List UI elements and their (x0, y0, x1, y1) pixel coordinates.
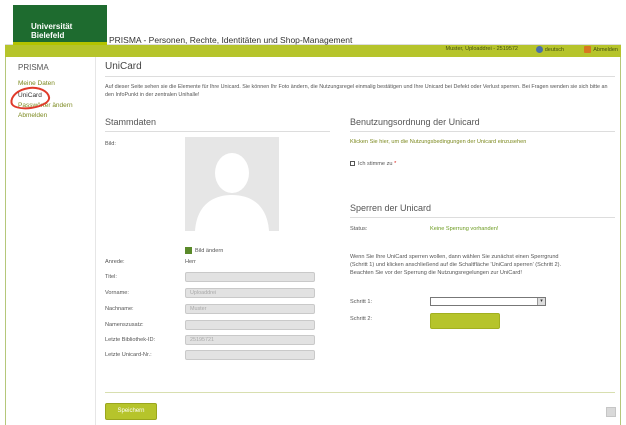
sperrgrund-select[interactable]: ▾ (430, 297, 546, 306)
language-switch[interactable]: deutsch (535, 46, 564, 53)
unicard-nr-field[interactable] (185, 350, 315, 360)
nachname-field[interactable]: Muster (185, 304, 315, 314)
agree-checkbox[interactable] (350, 161, 355, 167)
required-mark: * (394, 161, 397, 167)
page-intro: Auf dieser Seite sehen sie die Elemente … (105, 84, 608, 98)
terms-link[interactable]: Klicken Sie hier, um die Nutzungsbedingu… (350, 139, 526, 145)
change-photo-link[interactable]: Bild ändern (185, 247, 223, 254)
title-divider (105, 76, 615, 77)
chevron-down-icon: ▾ (537, 298, 545, 305)
stammdaten-title: Stammdaten (105, 117, 157, 127)
nachname-label: Nachname: (105, 306, 134, 312)
footer-divider (105, 392, 615, 393)
namenszusatz-label: Namenszusatz: (105, 322, 144, 328)
bibliothek-id-field[interactable]: 25195721 (185, 335, 315, 345)
logout-link[interactable]: Abmelden (584, 46, 618, 53)
status-label: Status: (350, 226, 368, 232)
anrede-label: Anrede: (105, 259, 125, 265)
sperren-divider (350, 217, 615, 218)
change-photo-label: Bild ändern (195, 247, 224, 254)
save-button[interactable]: Speichern (105, 403, 157, 420)
titel-field[interactable] (185, 272, 315, 282)
sidebar-item-abmelden[interactable]: Abmelden (18, 112, 47, 119)
bibliothek-id-label: Letzte Bibliothek-ID: (105, 337, 156, 343)
namenszusatz-field[interactable] (185, 320, 315, 330)
status-value: Keine Sperrung vorhanden! (430, 226, 499, 232)
header: Universität Bielefeld PRISMA - Personen,… (5, 5, 621, 45)
vorname-label: Vorname: (105, 290, 129, 296)
benutzung-title: Benutzungsordnung der Unicard (350, 117, 480, 127)
sidebar: PRISMA Meine Daten UniCard Passwörter än… (6, 57, 96, 425)
unicard-sperren-button[interactable] (430, 313, 500, 329)
sperren-title: Sperren der Unicard (350, 203, 432, 213)
language-label: deutsch (544, 46, 564, 53)
schritt1-label: Schritt 1: (350, 299, 373, 305)
titel-label: Titel: (105, 274, 117, 280)
current-user: Muster, Uploaddrei - 2519572 (445, 46, 518, 52)
profile-photo (185, 137, 279, 231)
bild-label: Bild: (105, 141, 116, 147)
edit-icon (185, 247, 192, 254)
user-bar: Muster, Uploaddrei - 2519572 deutsch Abm… (5, 45, 621, 57)
vorname-field[interactable]: Uploaddrei (185, 288, 315, 298)
sidebar-heading: PRISMA (18, 63, 49, 72)
agree-label: Ich stimme zu (358, 161, 393, 167)
globe-icon (535, 46, 543, 53)
logout-icon (584, 46, 592, 53)
logout-label: Abmelden (593, 46, 618, 53)
university-logo[interactable]: Universität Bielefeld (13, 5, 107, 45)
stammdaten-divider (105, 131, 330, 132)
benutzung-divider (350, 131, 615, 132)
agree-checkbox-row[interactable]: Ich stimme zu * (350, 161, 396, 167)
main-content: UniCard Auf dieser Seite sehen sie die E… (97, 57, 620, 425)
app-title: PRISMA - Personen, Rechte, Identitäten u… (109, 35, 353, 45)
anrede-value: Herr (185, 259, 196, 265)
unicard-nr-label: Letzte Unicard-Nr.: (105, 352, 152, 358)
scroll-top-icon[interactable] (606, 407, 616, 417)
page-title: UniCard (105, 61, 142, 72)
avatar-placeholder-icon (185, 137, 279, 231)
logo-text: Universität Bielefeld (31, 22, 73, 40)
sperren-info: Wenn Sie Ihre UniCard sperren wollen, da… (350, 254, 562, 276)
schritt2-label: Schritt 2: (350, 316, 373, 322)
